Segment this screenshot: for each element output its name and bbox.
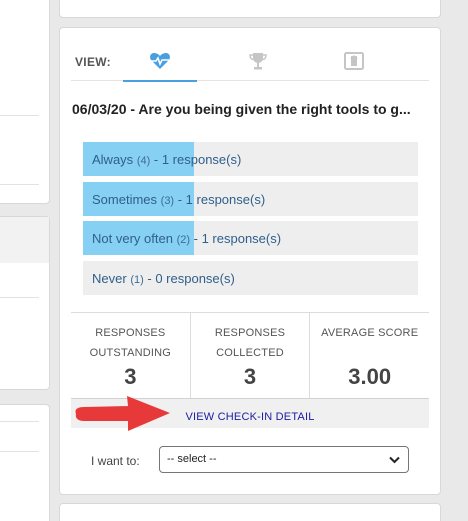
answer-text: Sometimes (3) - 1 response(s) bbox=[92, 192, 265, 207]
answer-option: Never (1) - 0 response(s) bbox=[83, 260, 418, 295]
export-icon bbox=[344, 51, 364, 75]
question-title: 06/03/20 - Are you being given the right… bbox=[72, 101, 411, 117]
stat-label-line2: COLLECTED bbox=[216, 347, 284, 359]
answer-text: Not very often (2) - 1 response(s) bbox=[92, 231, 281, 246]
answer-responses: - 1 response(s) bbox=[193, 231, 282, 246]
tab-trophy[interactable] bbox=[221, 45, 295, 81]
answer-responses: - 1 response(s) bbox=[177, 191, 266, 207]
action-select-value: -- select -- bbox=[167, 453, 217, 465]
answer-score: (4) bbox=[136, 155, 151, 167]
left-card-bottom bbox=[0, 404, 50, 521]
stat-label-line2: OUTSTANDING bbox=[89, 347, 172, 359]
answer-list: Always (4) - 1 response(s) Sometimes (3) … bbox=[83, 142, 418, 300]
answer-option: Not very often (2) - 1 response(s) bbox=[83, 221, 418, 255]
stats-row: RESPONSES OUTSTANDING 3 RESPONSES COLLEC… bbox=[71, 312, 429, 398]
action-label: I want to: bbox=[91, 454, 140, 468]
stat-average-score: AVERAGE SCORE 3.00 bbox=[310, 313, 429, 398]
answer-option: Sometimes (3) - 1 response(s) bbox=[83, 181, 418, 216]
stat-label-line1: RESPONSES bbox=[95, 327, 166, 339]
stat-responses-collected: RESPONSES COLLECTED 3 bbox=[191, 313, 311, 398]
tab-export[interactable] bbox=[317, 45, 391, 81]
stat-label-line1: AVERAGE SCORE bbox=[321, 327, 419, 339]
heart-pulse-icon bbox=[149, 52, 171, 75]
answer-score: (1) bbox=[130, 273, 144, 286]
answer-label: Always bbox=[92, 152, 134, 167]
next-card bbox=[59, 503, 441, 521]
answer-text: Always (4) - 1 response(s) bbox=[92, 152, 241, 167]
answer-text: Never (1) - 0 response(s) bbox=[92, 271, 235, 286]
answer-option: Always (4) - 1 response(s) bbox=[83, 142, 418, 176]
answer-label: Never bbox=[92, 270, 127, 286]
action-select[interactable]: -- select -- bbox=[159, 446, 409, 473]
left-card-middle bbox=[0, 216, 50, 390]
left-card-top bbox=[0, 0, 50, 204]
answer-label: Not very often bbox=[92, 231, 173, 246]
stat-responses-outstanding: RESPONSES OUTSTANDING 3 bbox=[71, 313, 191, 398]
view-check-in-detail-link[interactable]: VIEW CHECK-IN DETAIL bbox=[185, 411, 314, 423]
stat-value: 3 bbox=[243, 364, 257, 389]
tab-pulse[interactable] bbox=[123, 45, 197, 82]
previous-card bbox=[59, 0, 441, 18]
answer-responses: - 1 response(s) bbox=[153, 152, 242, 167]
stat-label-line1: RESPONSES bbox=[214, 327, 286, 339]
answer-label: Sometimes bbox=[92, 191, 158, 207]
answer-score: (3) bbox=[160, 194, 175, 207]
stat-value: 3.00 bbox=[348, 364, 392, 389]
answer-score: (2) bbox=[176, 234, 191, 246]
answer-responses: - 0 response(s) bbox=[147, 270, 235, 286]
stat-value: 3 bbox=[124, 364, 137, 389]
view-label: VIEW: bbox=[75, 55, 111, 69]
red-arrow-annotation bbox=[75, 396, 170, 431]
chevron-down-icon bbox=[389, 455, 400, 467]
trophy-icon bbox=[248, 51, 268, 76]
view-tab-bar: VIEW: bbox=[71, 45, 429, 82]
